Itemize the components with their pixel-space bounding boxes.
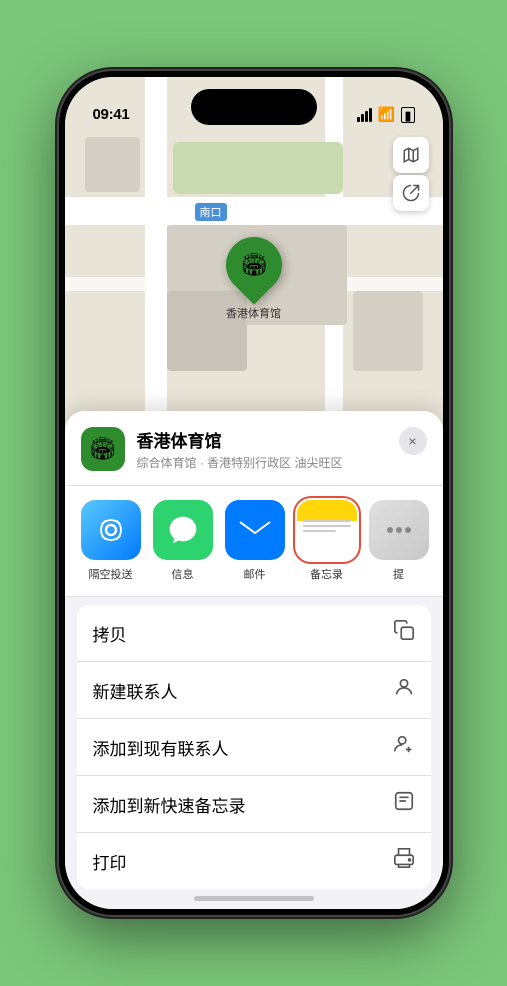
dynamic-island: [191, 89, 317, 125]
quick-note-icon: [393, 790, 415, 818]
copy-icon: [393, 619, 415, 647]
close-button[interactable]: ×: [399, 427, 427, 455]
pin-label: 香港体育馆: [226, 305, 281, 321]
venue-icon: 🏟: [81, 427, 125, 471]
battery-icon: ▮: [401, 107, 414, 123]
action-new-contact-label: 新建联系人: [93, 678, 178, 703]
share-more[interactable]: 提: [369, 500, 429, 582]
wifi-icon: 📶: [378, 106, 395, 123]
location-button[interactable]: [393, 175, 429, 211]
venue-name: 香港体育馆: [137, 427, 387, 452]
action-copy[interactable]: 拷贝: [77, 605, 431, 662]
signal-icon: [357, 108, 372, 122]
action-print-label: 打印: [93, 849, 127, 874]
map-nankou-label: 南口: [195, 203, 227, 221]
share-notes[interactable]: 备忘录: [297, 500, 357, 582]
venue-header: 🏟 香港体育馆 综合体育馆 · 香港特别行政区 油尖旺区 ×: [65, 411, 443, 486]
action-quick-note-label: 添加到新快速备忘录: [93, 792, 246, 817]
share-airdrop[interactable]: 隔空投送: [81, 500, 141, 582]
add-contact-icon: [393, 733, 415, 761]
share-messages[interactable]: 信息: [153, 500, 213, 582]
phone-frame: 09:41 📶 ▮ 南口: [59, 71, 449, 915]
home-indicator: [194, 896, 314, 901]
map-type-button[interactable]: [393, 137, 429, 173]
more-label: 提: [393, 566, 404, 582]
venue-info: 香港体育馆 综合体育馆 · 香港特别行政区 油尖旺区: [137, 427, 387, 471]
notes-icon: [297, 500, 357, 560]
map-controls: [393, 137, 429, 211]
share-mail[interactable]: 邮件: [225, 500, 285, 582]
action-add-contact-label: 添加到现有联系人: [93, 735, 229, 760]
status-icons: 📶 ▮: [357, 106, 415, 123]
share-row: 隔空投送 信息: [65, 486, 443, 597]
action-add-contact[interactable]: 添加到现有联系人: [77, 719, 431, 776]
new-contact-icon: [393, 676, 415, 704]
location-pin: 🏟 香港体育馆: [226, 237, 282, 321]
action-print[interactable]: 打印: [77, 833, 431, 889]
action-quick-note[interactable]: 添加到新快速备忘录: [77, 776, 431, 833]
phone-screen: 09:41 📶 ▮ 南口: [65, 77, 443, 909]
mail-label: 邮件: [244, 566, 266, 582]
messages-label: 信息: [172, 566, 194, 582]
status-time: 09:41: [93, 106, 130, 123]
notes-label: 备忘录: [310, 566, 343, 582]
action-copy-label: 拷贝: [93, 621, 127, 646]
action-list: 拷贝 新建联系人: [77, 605, 431, 889]
print-icon: [393, 847, 415, 875]
mail-icon: [225, 500, 285, 560]
venue-subtitle: 综合体育馆 · 香港特别行政区 油尖旺区: [137, 454, 387, 471]
airdrop-label: 隔空投送: [89, 566, 133, 582]
more-icon: [369, 500, 429, 560]
bottom-sheet: 🏟 香港体育馆 综合体育馆 · 香港特别行政区 油尖旺区 ×: [65, 411, 443, 909]
airdrop-icon: [81, 500, 141, 560]
messages-icon: [153, 500, 213, 560]
action-new-contact[interactable]: 新建联系人: [77, 662, 431, 719]
